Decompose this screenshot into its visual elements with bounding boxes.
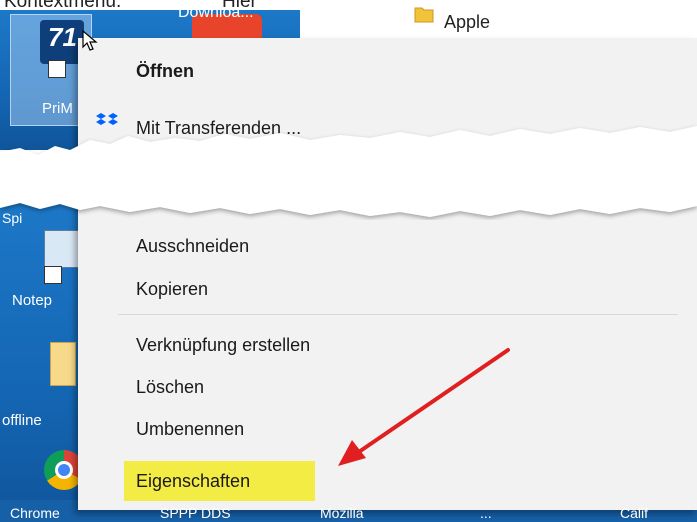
torn-paper-break — [0, 126, 697, 217]
desktop-icon-label: offline — [2, 412, 42, 429]
menu-item-copy[interactable]: Kopieren — [136, 279, 208, 300]
taskbar-label[interactable]: Calif — [620, 505, 648, 521]
menu-item-properties[interactable]: Eigenschaften — [136, 471, 250, 492]
document-icon[interactable] — [50, 342, 76, 386]
menu-item-cut[interactable]: Ausschneiden — [136, 236, 249, 257]
mouse-cursor-icon — [82, 30, 98, 51]
taskbar-label[interactable]: Mozilla — [320, 505, 364, 521]
annotation-arrow — [338, 348, 510, 466]
taskbar-label[interactable]: ... — [480, 505, 492, 521]
menu-item-delete[interactable]: Löschen — [136, 377, 204, 398]
desktop-icon-label: Downloa... — [178, 4, 254, 21]
folder-label[interactable]: Apple — [444, 12, 490, 33]
shortcut-arrow-icon — [44, 266, 62, 284]
desktop-icon-label: PriM — [42, 100, 73, 117]
folder-icon — [414, 7, 434, 23]
notepad-icon[interactable] — [44, 230, 82, 268]
taskbar-label[interactable]: SPPP DDS — [160, 505, 231, 521]
menu-item-rename[interactable]: Umbenennen — [136, 419, 244, 440]
taskbar-label[interactable]: Chrome — [10, 505, 60, 521]
shortcut-arrow-icon — [48, 60, 66, 78]
explorer-row — [300, 0, 697, 34]
menu-item-create-shortcut[interactable]: Verknüpfung erstellen — [136, 335, 310, 356]
desktop-icon-label: Notep — [12, 292, 53, 309]
menu-item-open[interactable]: Öffnen — [136, 61, 194, 82]
menu-separator — [118, 314, 678, 315]
